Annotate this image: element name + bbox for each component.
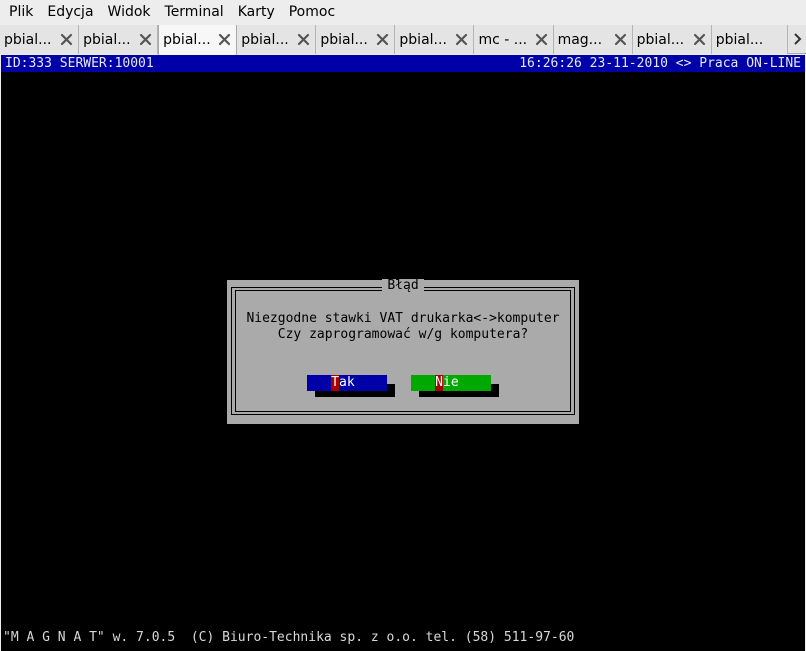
tab-label: pbial... [241, 31, 289, 48]
tab-9[interactable]: pbial... [632, 25, 712, 54]
menu-widok[interactable]: Widok [101, 0, 158, 25]
close-icon[interactable] [59, 32, 74, 47]
yes-button-face[interactable]: Tak [307, 375, 387, 391]
terminal-footer: "M A G N A T" w. 7.0.5 (C) Biuro-Technik… [3, 630, 575, 645]
close-icon[interactable] [296, 32, 311, 47]
terminal-status-bar: ID:333 SERWER:10001 16:26:26 23-11-2010 … [1, 55, 805, 72]
tab-label: pbial... [636, 31, 685, 48]
tab-8[interactable]: mag... [553, 25, 633, 54]
tab-3-active[interactable]: pbial... [158, 25, 238, 55]
tab-label: pbial... [399, 31, 447, 48]
yes-hotkey: T [331, 375, 339, 391]
menu-terminal[interactable]: Terminal [158, 0, 231, 25]
tab-label: pbial... [83, 31, 131, 48]
close-icon[interactable] [613, 32, 628, 47]
close-icon[interactable] [217, 32, 232, 47]
menu-karty[interactable]: Karty [231, 0, 282, 25]
no-label: ie [443, 375, 459, 390]
tab-label: pbial... [715, 31, 764, 48]
menu-edycja[interactable]: Edycja [40, 0, 100, 25]
close-icon[interactable] [138, 32, 153, 47]
close-icon[interactable] [692, 32, 707, 47]
tab-label: pbial... [163, 32, 211, 48]
chevron-right-icon [794, 33, 802, 45]
error-dialog: Błąd Niezgodne stawki VAT drukarka<->kom… [227, 279, 579, 424]
dialog-message-line-1: Niezgodne stawki VAT drukarka<->komputer [246, 311, 560, 326]
tab-6[interactable]: pbial... [395, 25, 475, 54]
close-icon[interactable] [534, 32, 549, 47]
no-button[interactable]: Nie [411, 375, 499, 397]
tab-5[interactable]: pbial... [316, 25, 396, 54]
menu-plik[interactable]: Plik [2, 0, 40, 25]
tab-label: pbial... [4, 31, 52, 48]
tab-label: mc - ... [478, 31, 528, 48]
menu-bar: Plik Edycja Widok Terminal Karty Pomoc [0, 0, 806, 25]
no-hotkey: N [435, 375, 443, 391]
tab-label: mag... [557, 31, 603, 48]
tab-bar: pbial... pbial... pbial... pbial... pbia… [0, 25, 806, 55]
tab-label: pbial... [320, 31, 368, 48]
tab-7[interactable]: mc - ... [474, 25, 554, 54]
tab-1[interactable]: pbial... [0, 25, 80, 54]
dialog-frame-inner [235, 290, 571, 412]
dialog-frame [231, 287, 575, 415]
tab-scroll-right[interactable] [788, 25, 806, 53]
close-icon[interactable] [454, 32, 469, 47]
tab-10[interactable]: pbial... [711, 25, 789, 54]
close-icon[interactable] [375, 32, 390, 47]
status-left: ID:333 SERWER:10001 [5, 56, 154, 71]
tab-2[interactable]: pbial... [79, 25, 159, 54]
yes-label: ak [339, 375, 355, 390]
terminal-area[interactable]: ID:333 SERWER:10001 16:26:26 23-11-2010 … [1, 55, 805, 651]
tab-4[interactable]: pbial... [237, 25, 317, 54]
yes-button[interactable]: Tak [307, 375, 395, 397]
dialog-message-line-2: Czy zaprogramować w/g komputera? [277, 327, 529, 342]
no-button-face[interactable]: Nie [411, 375, 491, 391]
dialog-title: Błąd [382, 279, 424, 295]
menu-pomoc[interactable]: Pomoc [282, 0, 342, 25]
status-right: 16:26:26 23-11-2010 <> Praca ON-LINE [519, 56, 801, 71]
